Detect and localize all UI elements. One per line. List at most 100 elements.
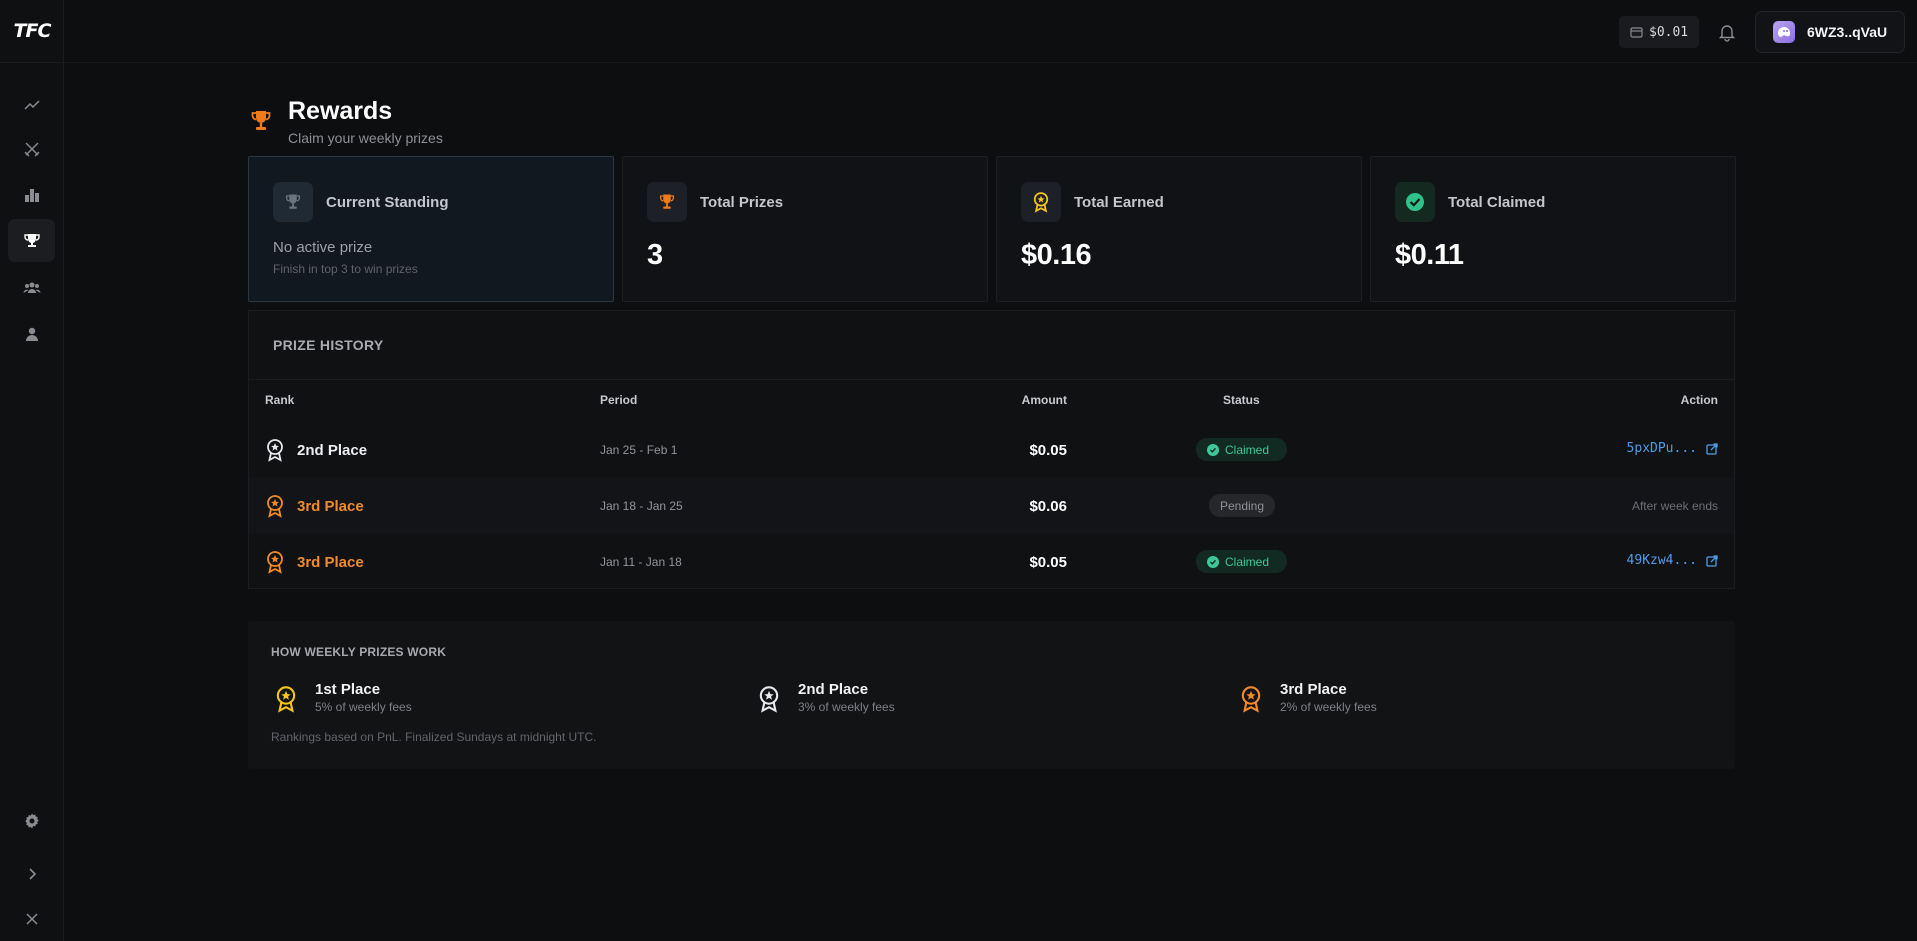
status-badge: Pending	[1209, 494, 1275, 517]
bell-icon	[1718, 25, 1736, 42]
wallet-icon	[1630, 27, 1643, 38]
settings-button[interactable]	[8, 799, 55, 842]
bronze-medal-icon	[267, 495, 283, 518]
total-claimed-card: Total Claimed $0.11	[1370, 156, 1736, 302]
expand-sidebar-button[interactable]	[8, 852, 55, 895]
crossed-swords-icon	[24, 142, 39, 156]
user-icon	[25, 327, 38, 341]
trophy-icon	[23, 233, 40, 247]
rank-label: 2nd Place	[297, 442, 368, 459]
app-logo[interactable]: TFC	[0, 0, 64, 63]
period-cell: Jan 25 - Feb 1	[600, 443, 678, 457]
transaction-hash: 5pxDPu...	[1626, 441, 1697, 456]
sidebar-item-community[interactable]	[8, 266, 55, 309]
tier-place: 1st Place	[315, 681, 381, 698]
trophy-icon	[659, 194, 675, 209]
column-header-status: Status	[1223, 393, 1260, 407]
total-prizes-card: Total Prizes 3	[622, 156, 988, 302]
close-sidebar-button[interactable]	[8, 897, 55, 940]
rankings-footnote: Rankings based on PnL. Finalized Sundays…	[271, 730, 597, 744]
wallet-address: 6WZ3..qVaU	[1807, 24, 1888, 40]
card-label: Current Standing	[326, 194, 449, 211]
card-label: Total Earned	[1074, 194, 1164, 211]
total-earned-card: Total Earned $0.16	[996, 156, 1362, 302]
table-row: 2nd Place Jan 25 - Feb 1 $0.05 Claimed 5…	[249, 422, 1734, 478]
ghost-icon	[1778, 27, 1790, 37]
trophy-icon	[285, 194, 301, 209]
sidebar: TFC	[0, 0, 64, 941]
group-icon	[23, 282, 40, 293]
page-subtitle: Claim your weekly prizes	[288, 130, 443, 146]
action-note: After week ends	[1631, 499, 1718, 513]
divider	[249, 379, 1734, 380]
standing-hint: Finish in top 3 to win prizes	[273, 262, 418, 276]
bronze-medal-icon	[1241, 686, 1261, 713]
rank-label: 3rd Place	[297, 554, 364, 571]
check-icon	[1207, 443, 1219, 456]
card-icon-box	[647, 182, 687, 222]
prize-history-panel: PRIZE HISTORY Rank Period Amount Status …	[248, 310, 1735, 589]
amount-cell: $0.06	[1029, 498, 1067, 515]
section-title: PRIZE HISTORY	[273, 337, 384, 353]
check-circle-icon	[1406, 193, 1424, 211]
current-standing-card: Current Standing No active prize Finish …	[248, 156, 614, 302]
column-header-amount: Amount	[1021, 393, 1067, 407]
column-header-period: Period	[600, 393, 638, 407]
wallet-avatar	[1773, 21, 1795, 43]
transaction-hash: 49Kzw4...	[1626, 553, 1697, 568]
tier-share: 2% of weekly fees	[1280, 700, 1377, 714]
status-text: Claimed	[1225, 442, 1270, 457]
card-icon-box	[1021, 182, 1061, 222]
tier-share: 5% of weekly fees	[315, 700, 412, 714]
transaction-link[interactable]: 5pxDPu...	[1627, 441, 1718, 456]
status-badge: Claimed	[1196, 550, 1287, 573]
standing-status: No active prize	[273, 239, 373, 256]
sidebar-item-profile[interactable]	[8, 312, 55, 355]
card-icon-box	[1395, 182, 1435, 222]
bronze-medal-icon	[267, 551, 283, 574]
sidebar-item-rewards[interactable]	[8, 219, 55, 262]
close-icon	[25, 912, 38, 925]
gold-medal-icon	[276, 686, 296, 713]
wallet-button[interactable]: 6WZ3..qVaU	[1755, 11, 1905, 53]
total-prizes-value: 3	[647, 239, 663, 271]
page-title: Rewards	[288, 97, 393, 125]
chevron-right-icon	[28, 867, 36, 880]
trophy-icon	[251, 111, 271, 130]
gear-icon	[24, 813, 39, 828]
period-cell: Jan 18 - Jan 25	[600, 499, 683, 513]
sidebar-item-trading[interactable]	[8, 83, 55, 126]
status-badge: Claimed	[1196, 438, 1287, 461]
period-cell: Jan 11 - Jan 18	[600, 555, 682, 569]
silver-medal-icon	[267, 439, 283, 462]
sidebar-item-battles[interactable]	[8, 127, 55, 170]
medal-icon	[1033, 192, 1049, 213]
trend-line-icon	[23, 99, 40, 110]
total-earned-value: $0.16	[1021, 239, 1092, 271]
sidebar-item-leaderboard[interactable]	[8, 173, 55, 216]
tier-share: 3% of weekly fees	[798, 700, 895, 714]
column-header-action: Action	[1680, 393, 1718, 407]
transaction-link[interactable]: 49Kzw4...	[1627, 553, 1718, 568]
amount-cell: $0.05	[1029, 442, 1067, 459]
external-link-icon	[1706, 442, 1718, 455]
tier-place: 2nd Place	[798, 681, 869, 698]
total-claimed-value: $0.11	[1395, 239, 1464, 271]
card-label: Total Claimed	[1448, 194, 1546, 211]
status-text: Pending	[1219, 498, 1265, 513]
card-label: Total Prizes	[700, 194, 784, 211]
card-icon-box	[273, 182, 313, 222]
balance-value: $0.01	[1649, 24, 1689, 40]
balance-pill[interactable]: $0.01	[1619, 16, 1699, 48]
tier-place: 3rd Place	[1280, 681, 1347, 698]
table-row: 3rd Place Jan 11 - Jan 18 $0.05 Claimed …	[249, 534, 1734, 590]
column-header-rank: Rank	[265, 393, 295, 407]
check-icon	[1207, 555, 1219, 568]
notifications-button[interactable]	[1716, 21, 1738, 43]
rank-label: 3rd Place	[297, 498, 364, 515]
table-row: 3rd Place Jan 18 - Jan 25 $0.06 Pending …	[249, 478, 1734, 534]
status-text: Claimed	[1225, 554, 1270, 569]
amount-cell: $0.05	[1029, 554, 1067, 571]
section-title: HOW WEEKLY PRIZES WORK	[271, 645, 447, 659]
bar-chart-icon	[24, 188, 39, 202]
